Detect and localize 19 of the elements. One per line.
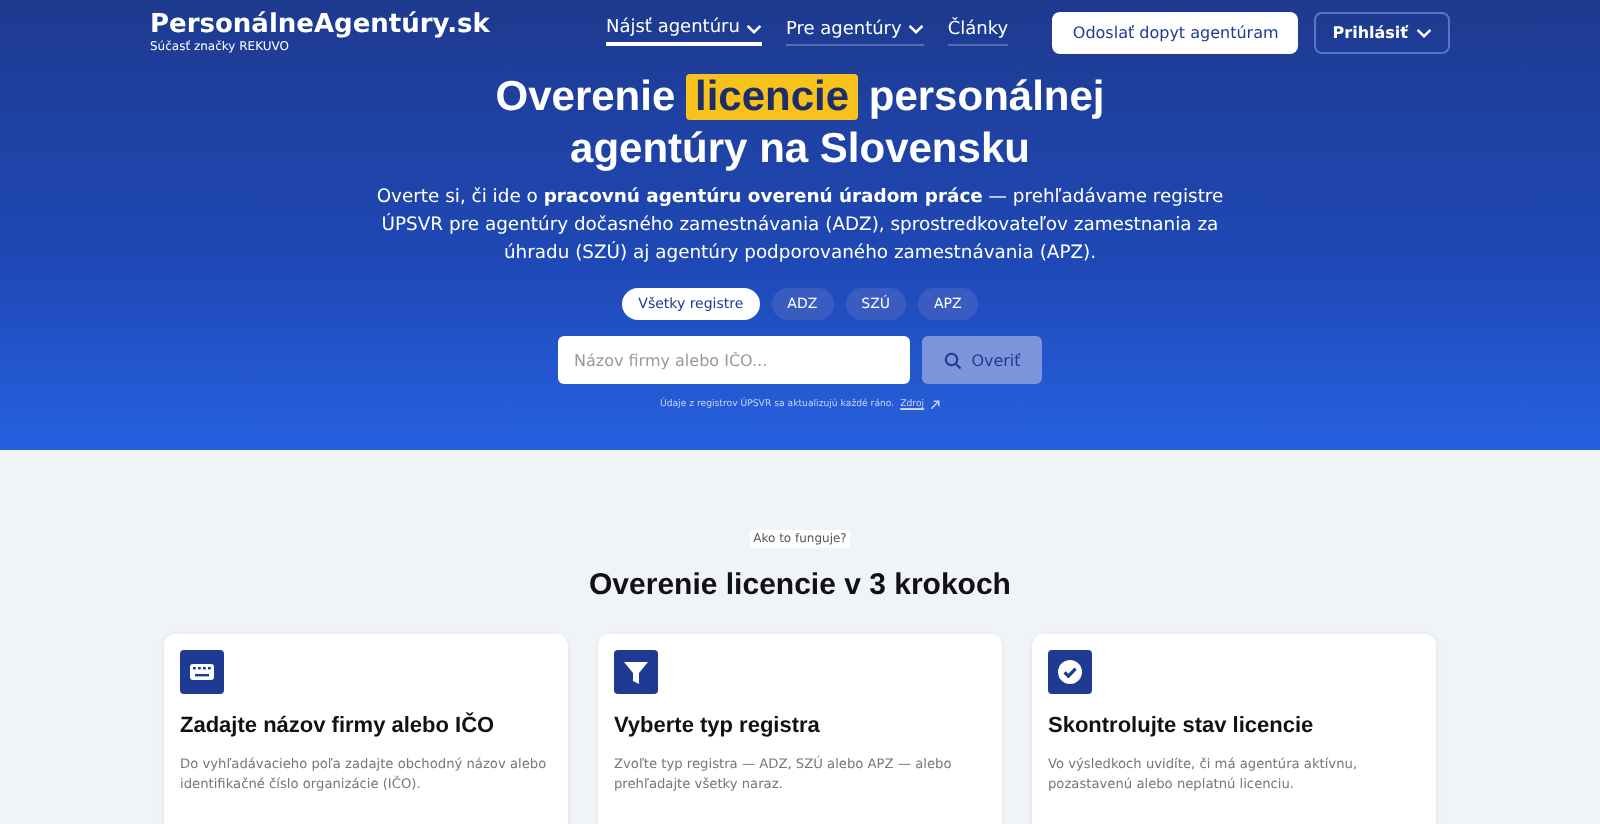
hero-intro: Overte si, či ide o pracovnú agentúru overenú úradom práce — prehľadávame registre ÚPSVR pre agentúry dočasného zamestnávania (ADZ), sprostredkovateľov zamestnania za úhradu (SZÚ) aj agentúry podporovaného zamestnávania (APZ). <box>374 184 1226 268</box>
keyboard-icon <box>180 650 224 694</box>
caret-icon <box>745 23 762 33</box>
login-button[interactable]: Prihlásiť <box>1314 11 1450 53</box>
nav-link[interactable]: Články <box>947 18 1009 46</box>
caret-icon <box>907 24 924 34</box>
filter-icon <box>614 650 658 694</box>
card-title: Vyberte typ registra <box>614 714 822 738</box>
external-link-icon <box>930 400 941 410</box>
card-title: Zadajte názov firmy alebo IČO <box>180 714 497 738</box>
card-title: Skontrolujte stav licencie <box>1048 714 1316 738</box>
site-logo[interactable]: PersonálneAgentúry.sk <box>150 10 590 40</box>
send-request-button[interactable]: Odoslať dopyt agentúram <box>1052 11 1299 53</box>
hero-title: Overenie licencie personálnej agentúry na Slovensku <box>493 72 1107 176</box>
section-title: Overenie licencie v 3 krokoch <box>589 568 1011 602</box>
nav-link[interactable]: Nájsť agentúru <box>606 18 762 46</box>
search-icon <box>943 351 962 369</box>
nav-link[interactable]: Pre agentúry <box>785 18 924 46</box>
caret-icon <box>1416 27 1432 37</box>
